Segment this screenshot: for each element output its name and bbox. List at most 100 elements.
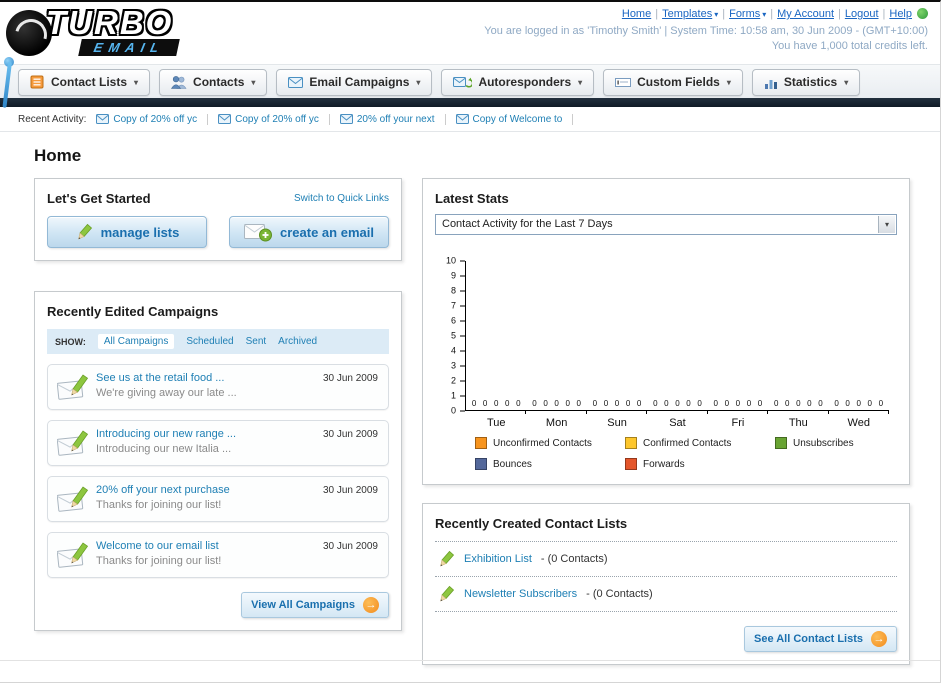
switch-to-quick-links-link[interactable]: Switch to Quick Links (294, 193, 389, 204)
bar-value-label: 0 (713, 399, 718, 408)
campaign-date: 30 Jun 2009 (322, 373, 378, 384)
top-link-my-account[interactable]: My Account (777, 8, 834, 20)
campaign-link[interactable]: 20% off your next purchase (96, 484, 304, 496)
filter-archived[interactable]: Archived (278, 336, 317, 347)
statistics-icon (764, 76, 778, 89)
legend-item: Confirmed Contacts (625, 437, 775, 449)
left-column: Let's Get Started Switch to Quick Links … (34, 178, 402, 631)
chart-group: 0 0 0 0 0 Wed (829, 261, 890, 429)
bar-value-label: 0 (482, 399, 488, 408)
bar-value-label: 0 (834, 399, 839, 408)
view-all-campaigns-button[interactable]: View All Campaigns → (241, 592, 389, 618)
top-link-forms[interactable]: Forms ▾ (729, 8, 766, 20)
chevron-down-icon: ▾ (134, 77, 139, 87)
bar-value-label: 0 (773, 399, 779, 408)
campaign-item-body: See us at the retail food ... We're givin… (96, 372, 304, 399)
top-link-help[interactable]: Help (889, 8, 912, 20)
y-axis-label: 2 (450, 375, 456, 386)
campaign-item: 20% off your next purchase Thanks for joi… (47, 476, 389, 522)
chart-bar-column: 0 (625, 400, 631, 410)
campaign-link[interactable]: Welcome to our email list (96, 540, 304, 552)
recent-activity-link[interactable]: 20% off your next (357, 114, 435, 125)
y-axis-label: 8 (450, 285, 456, 296)
legend-swatch (775, 437, 787, 449)
legend-label: Confirmed Contacts (643, 437, 732, 449)
legend-label: Unconfirmed Contacts (493, 437, 592, 449)
filter-all-campaigns[interactable]: All Campaigns (97, 334, 175, 349)
chevron-down-icon: ▾ (726, 77, 731, 87)
chart-bar-column: 0 (592, 400, 598, 410)
bar-value-label: 0 (818, 399, 823, 408)
chart-bar-column: 0 (504, 400, 510, 410)
y-axis-label: 0 (450, 405, 456, 416)
campaign-item-body: Welcome to our email list Thanks for join… (96, 540, 304, 567)
navy-divider-bar (0, 98, 940, 107)
contact-lists-button-row: See All Contact Lists → (435, 626, 897, 652)
page: TURBO EMAIL Home | Templates ▾ | Forms ▾ | My Ac… (0, 0, 941, 683)
show-label: SHOW: (55, 336, 86, 347)
chart-bar-column: 0 (856, 400, 862, 410)
contact-list-link[interactable]: Newsletter Subscribers (464, 588, 577, 600)
tab-contacts[interactable]: Contacts ▾ (159, 69, 268, 96)
columns: Let's Get Started Switch to Quick Links … (34, 178, 910, 665)
envelope-icon (339, 114, 353, 124)
top-link-logout[interactable]: Logout (845, 8, 879, 20)
latest-stats-title: Latest Stats (435, 191, 509, 206)
chart-group: 0 0 0 0 0 Sun (587, 261, 648, 429)
tab-email-campaigns[interactable]: Email Campaigns ▾ (276, 69, 433, 96)
campaign-item: See us at the retail food ... We're givin… (47, 364, 389, 410)
chart-bar-column: 0 (795, 400, 801, 410)
chart-bar-column: 0 (471, 400, 477, 410)
top-link-templates[interactable]: Templates ▾ (662, 8, 718, 20)
legend-item: Forwards (625, 458, 775, 470)
get-started-title: Let's Get Started (47, 191, 151, 206)
chart-bar-column: 0 (845, 400, 851, 410)
logo-text: TURBO EMAIL (46, 6, 181, 57)
filter-scheduled[interactable]: Scheduled (186, 336, 233, 347)
tab-statistics[interactable]: Statistics ▾ (751, 69, 861, 96)
x-axis-label: Thu (788, 417, 808, 429)
chart-bar-column: 0 (806, 400, 812, 410)
stats-period-value: Contact Activity for the Last 7 Days (442, 218, 613, 230)
y-axis-label: 1 (450, 390, 456, 401)
recent-activity-link[interactable]: Copy of Welcome to (473, 114, 563, 125)
tab-contact-lists[interactable]: Contact Lists ▾ (18, 69, 151, 96)
nav-separator: | (655, 8, 659, 20)
chart-y-axis: 0 1 2 3 4 5 6 7 8 9 10 (439, 256, 465, 415)
tab-custom-fields[interactable]: Custom Fields ▾ (603, 69, 743, 96)
recent-activity-link[interactable]: Copy of 20% off yc (235, 114, 319, 125)
pencil-icon (437, 585, 455, 603)
tab-autoresponders[interactable]: Autoresponders ▾ (441, 69, 595, 96)
see-all-contact-lists-button[interactable]: See All Contact Lists → (743, 626, 897, 652)
legend-item: Bounces (475, 458, 625, 470)
filter-sent[interactable]: Sent (246, 336, 267, 347)
contact-list-link[interactable]: Exhibition List (464, 553, 532, 565)
chart-bar-column: 0 (603, 400, 609, 410)
legend-label: Unsubscribes (793, 437, 854, 449)
right-column: Latest Stats Contact Activity for the La… (422, 178, 910, 665)
campaign-link[interactable]: See us at the retail food ... (96, 372, 304, 384)
legend-swatch (625, 458, 637, 470)
stats-period-dropdown[interactable]: Contact Activity for the Last 7 Days ▾ (435, 214, 897, 235)
bar-value-label: 0 (845, 399, 850, 408)
bar-value-label: 0 (592, 399, 598, 408)
bar-value-label: 0 (636, 399, 642, 408)
footer-divider (0, 660, 940, 661)
manage-lists-button[interactable]: manage lists (47, 216, 207, 248)
recent-activity-item: Copy of Welcome to (455, 113, 574, 125)
chart-group: 0 0 0 0 0 Sat (647, 261, 709, 429)
create-an-email-button[interactable]: create an email (229, 216, 389, 248)
chart-group: 0 0 0 0 0 Fri (708, 261, 769, 429)
bar-value-label: 0 (614, 399, 620, 408)
campaign-date: 30 Jun 2009 (322, 429, 378, 440)
top-link-home[interactable]: Home (622, 8, 651, 20)
nav-separator: | (770, 8, 774, 20)
recent-activity-items: Copy of 20% off yc Copy of 20% off yc 20% … (86, 113, 574, 125)
campaign-link[interactable]: Introducing our new range ... (96, 428, 304, 440)
chart-bars: 00000 (466, 261, 526, 410)
contact-lists-title: Recently Created Contact Lists (435, 516, 628, 531)
recent-activity-link[interactable]: Copy of 20% off yc (113, 114, 197, 125)
chart-bar-column: 0 (784, 400, 790, 410)
chart-bars: 00000 (647, 261, 707, 410)
x-axis-label: Mon (545, 417, 568, 429)
